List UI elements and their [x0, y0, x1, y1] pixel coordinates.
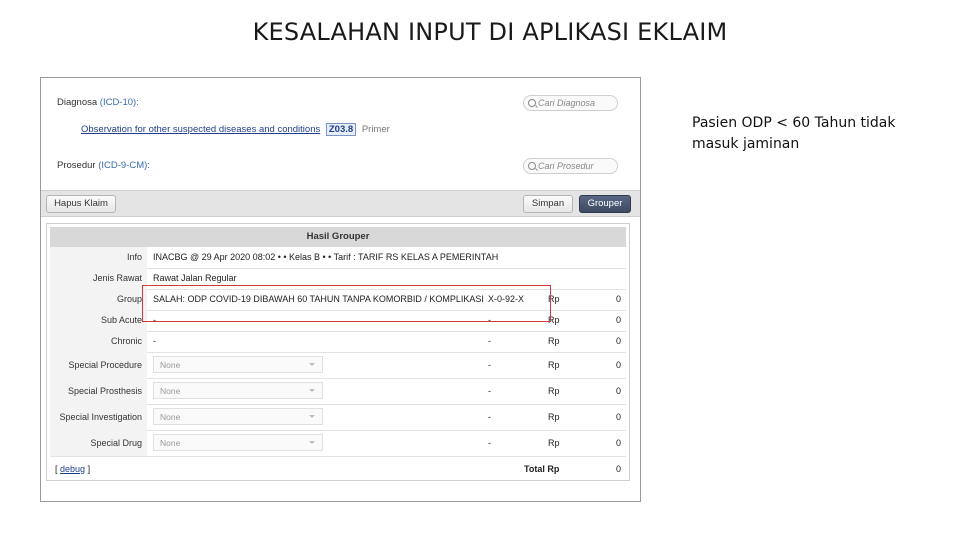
info-value: INACBG @ 29 Apr 2020 08:02 • • Kelas B •…: [153, 252, 499, 262]
row-chronic: Chronic - - Rp 0: [50, 331, 626, 353]
chevron-down-icon: [309, 441, 315, 444]
debug-bracket-open: [: [55, 464, 58, 474]
diagnosa-label: Diagnosa (ICD-10):: [57, 97, 139, 108]
chronic-amount: 0: [615, 336, 621, 346]
chronic-code: -: [488, 336, 491, 346]
row-label: Special Procedure: [50, 352, 147, 378]
search-icon: [528, 99, 536, 107]
special-procedure-select[interactable]: None: [153, 356, 323, 373]
search-icon: [528, 162, 536, 170]
special-drug-amount: 0: [615, 438, 621, 448]
chronic-value: -: [153, 336, 156, 346]
diagnosis-link[interactable]: Observation for other suspected diseases…: [81, 124, 320, 135]
total-amount: 0: [615, 464, 621, 474]
grouper-result-panel: Hasil Grouper Info INACBG @ 29 Apr 2020 …: [46, 223, 630, 481]
error-highlight-box: [142, 285, 551, 322]
grouper-button[interactable]: Grouper: [579, 195, 631, 213]
row-label: Special Investigation: [50, 404, 147, 430]
row-special-procedure: Special Procedure None - Rp 0: [50, 352, 626, 379]
prosedur-hint: (ICD-9-CM):: [98, 160, 150, 171]
currency-label: Rp: [548, 360, 560, 370]
special-prosthesis-amount: 0: [615, 386, 621, 396]
row-special-drug: Special Drug None - Rp 0: [50, 430, 626, 457]
special-procedure-amount: 0: [615, 360, 621, 370]
row-label: Chronic: [50, 331, 147, 352]
simpan-button[interactable]: Simpan: [523, 195, 573, 213]
diagnosis-item: Observation for other suspected diseases…: [81, 123, 390, 136]
side-note: Pasien ODP < 60 Tahun tidak masuk jamina…: [692, 115, 896, 152]
action-toolbar: Hapus Klaim Simpan Grouper: [41, 190, 640, 217]
total-label: Total Rp: [524, 464, 560, 474]
debug-link-text[interactable]: debug: [60, 464, 85, 474]
diagnosis-type: Primer: [361, 124, 390, 135]
prosedur-label-text: Prosedur: [57, 160, 96, 171]
slide-title: KESALAHAN INPUT DI APLIKASI EKLAIM: [252, 18, 728, 46]
currency-label: Rp: [548, 336, 560, 346]
diagnosis-code-badge[interactable]: Z03.8: [325, 123, 357, 136]
special-drug-select[interactable]: None: [153, 434, 323, 451]
select-value: None: [160, 438, 181, 448]
row-label: Info: [50, 247, 147, 268]
debug-bracket-close: ]: [87, 464, 91, 474]
diagnosa-search-input[interactable]: Cari Diagnosa: [523, 95, 618, 111]
select-value: None: [160, 412, 181, 422]
debug-link[interactable]: [ debug ]: [55, 464, 90, 474]
group-amount: 0: [615, 294, 621, 304]
row-info: Info INACBG @ 29 Apr 2020 08:02 • • Kela…: [50, 247, 626, 269]
prosedur-label: Prosedur (ICD-9-CM):: [57, 160, 150, 171]
prosedur-search-placeholder: Cari Prosedur: [538, 161, 594, 171]
special-prosthesis-select[interactable]: None: [153, 382, 323, 399]
chevron-down-icon: [309, 415, 315, 418]
special-drug-code: -: [488, 438, 491, 448]
prosedur-search-input[interactable]: Cari Prosedur: [523, 158, 618, 174]
sub-acute-amount: 0: [615, 315, 621, 325]
special-investigation-code: -: [488, 412, 491, 422]
special-investigation-select[interactable]: None: [153, 408, 323, 425]
diagnosa-hint: (ICD-10):: [99, 97, 139, 108]
row-label: Special Prosthesis: [50, 378, 147, 404]
diagnosa-label-text: Diagnosa: [57, 97, 98, 108]
chevron-down-icon: [309, 363, 315, 366]
row-label: Special Drug: [50, 430, 147, 456]
row-special-prosthesis: Special Prosthesis None - Rp 0: [50, 378, 626, 405]
currency-label: Rp: [548, 438, 560, 448]
currency-label: Rp: [548, 386, 560, 396]
row-label: Sub Acute: [50, 310, 147, 331]
coding-form: Diagnosa (ICD-10): Cari Diagnosa Observa…: [41, 78, 640, 190]
special-prosthesis-code: -: [488, 386, 491, 396]
grouper-header: Hasil Grouper: [50, 227, 626, 247]
diagnosa-search-placeholder: Cari Diagnosa: [538, 98, 596, 108]
hapus-klaim-button[interactable]: Hapus Klaim: [46, 195, 116, 213]
select-value: None: [160, 386, 181, 396]
row-label: Group: [50, 289, 147, 310]
row-label: Jenis Rawat: [50, 268, 147, 289]
row-special-investigation: Special Investigation None - Rp 0: [50, 404, 626, 431]
currency-label: Rp: [548, 412, 560, 422]
special-procedure-code: -: [488, 360, 491, 370]
special-investigation-amount: 0: [615, 412, 621, 422]
chevron-down-icon: [309, 389, 315, 392]
select-value: None: [160, 360, 181, 370]
